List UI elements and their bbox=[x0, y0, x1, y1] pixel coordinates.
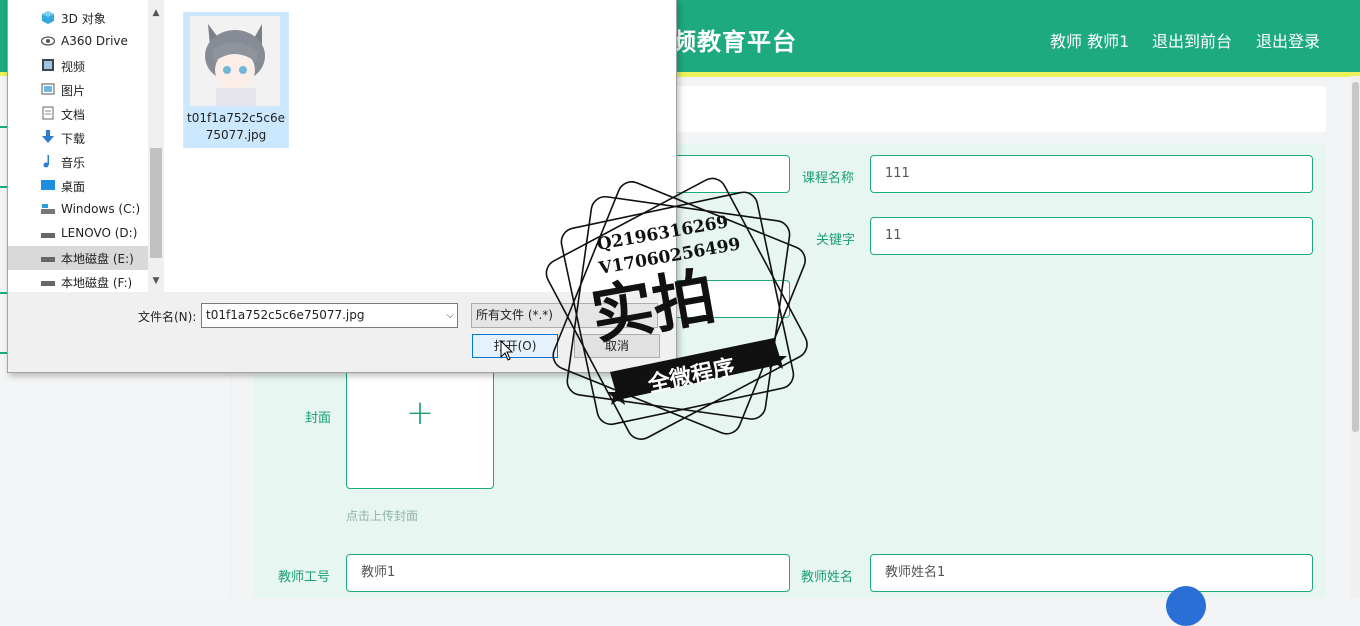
site-title: 频教育平台 bbox=[672, 28, 797, 56]
filename-input[interactable]: t01f1a752c5c6e75077.jpg ⌵ bbox=[201, 303, 458, 328]
drive-icon bbox=[41, 257, 55, 262]
nav-item-documents[interactable]: 文档 bbox=[8, 102, 155, 126]
mouse-cursor-icon bbox=[500, 340, 514, 361]
nav-teacher-name[interactable]: 教师 教师1 bbox=[1050, 28, 1129, 52]
eye-icon bbox=[41, 36, 55, 46]
scroll-up-icon[interactable]: ▲ bbox=[150, 8, 162, 18]
nav-item-drive-e[interactable]: 本地磁盘 (E:) bbox=[8, 246, 155, 270]
nav-item-pictures[interactable]: 图片 bbox=[8, 78, 155, 102]
desktop-icon bbox=[41, 180, 55, 190]
watermark-stamp: Q2196316269 V17060256499 实拍 全微程序 bbox=[545, 177, 808, 440]
file-name-label: t01f1a752c5c6e75077.jpg bbox=[187, 111, 285, 142]
document-icon bbox=[42, 106, 54, 120]
teacher-name-input[interactable]: 教师姓名1 bbox=[870, 554, 1313, 592]
nav-item-drive-f[interactable]: 本地磁盘 (F:) bbox=[8, 270, 155, 294]
nav-logout[interactable]: 退出登录 bbox=[1256, 28, 1320, 52]
video-icon bbox=[42, 59, 54, 71]
chevron-down-icon[interactable]: ⌵ bbox=[446, 304, 454, 327]
nav-item-music[interactable]: 音乐 bbox=[8, 150, 155, 174]
page-scrollbar-thumb[interactable] bbox=[1352, 82, 1359, 432]
navigation-pane: 3D 对象 A360 Drive 视频 图片 文档 下载 音乐 桌面 Windo… bbox=[8, 0, 155, 292]
teacher-id-label: 教师工号 bbox=[278, 570, 331, 585]
cube-icon bbox=[42, 11, 54, 24]
image-thumbnail bbox=[190, 16, 280, 106]
drive-icon bbox=[41, 281, 55, 286]
keyword-label: 关键字 bbox=[816, 233, 856, 248]
teacher-id-input[interactable]: 教师1 bbox=[346, 554, 790, 592]
nav-item-a360[interactable]: A360 Drive bbox=[8, 30, 155, 54]
drive-icon bbox=[41, 233, 55, 238]
float-action-button[interactable] bbox=[1166, 586, 1206, 626]
file-item-image[interactable]: t01f1a752c5c6e75077.jpg bbox=[183, 12, 289, 148]
nav-pane-scrollbar-thumb[interactable] bbox=[150, 148, 162, 258]
nav-item-drive-c[interactable]: Windows (C:) bbox=[8, 198, 155, 222]
nav-item-3d-objects[interactable]: 3D 对象 bbox=[8, 6, 155, 30]
cover-label: 封面 bbox=[305, 411, 332, 426]
drive-icon bbox=[41, 204, 55, 214]
filename-label: 文件名(N): bbox=[138, 310, 197, 324]
nav-item-downloads[interactable]: 下载 bbox=[8, 126, 155, 150]
teacher-name-label: 教师姓名 bbox=[801, 570, 854, 585]
music-icon bbox=[43, 155, 49, 168]
nav-item-desktop[interactable]: 桌面 bbox=[8, 174, 155, 198]
picture-icon bbox=[41, 83, 55, 95]
course-name-input[interactable]: 111 bbox=[870, 155, 1313, 193]
download-icon bbox=[42, 130, 54, 143]
nav-exit-to-front[interactable]: 退出到前台 bbox=[1152, 28, 1232, 52]
nav-item-drive-d[interactable]: LENOVO (D:) bbox=[8, 222, 155, 246]
nav-item-videos[interactable]: 视频 bbox=[8, 54, 155, 78]
upload-hint: 点击上传封面 bbox=[346, 509, 419, 523]
keyword-input[interactable]: 11 bbox=[870, 217, 1313, 255]
scroll-down-icon[interactable]: ▼ bbox=[150, 276, 162, 286]
